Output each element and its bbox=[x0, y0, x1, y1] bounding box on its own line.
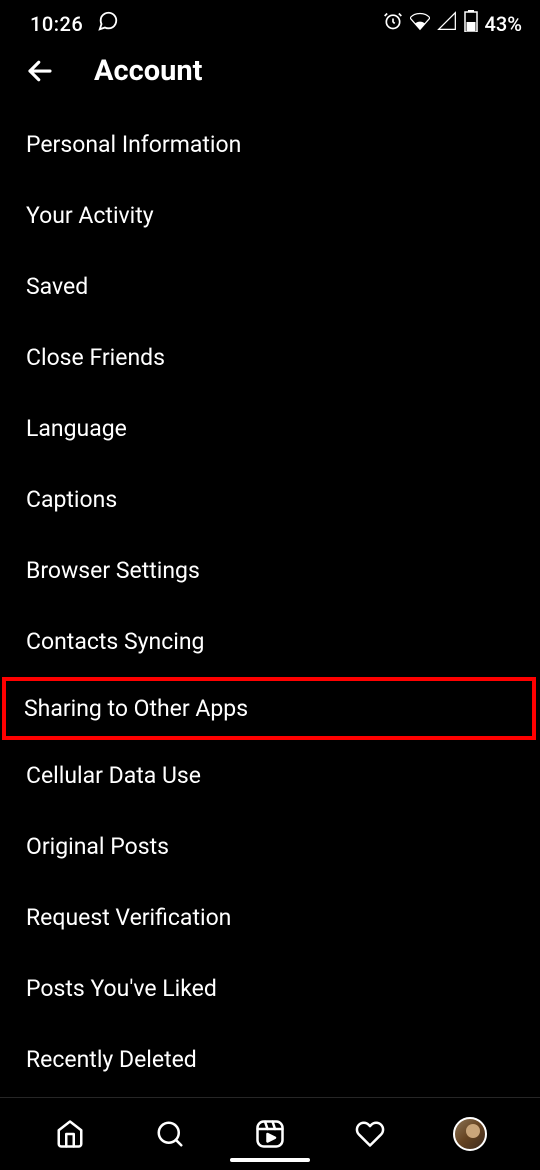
reels-icon bbox=[255, 1119, 285, 1149]
menu-item-language[interactable]: Language bbox=[0, 393, 540, 464]
signal-icon bbox=[437, 11, 457, 36]
menu-item-your-activity[interactable]: Your Activity bbox=[0, 180, 540, 251]
nav-active-indicator bbox=[230, 1158, 310, 1162]
menu-item-recently-deleted[interactable]: Recently Deleted bbox=[0, 1024, 540, 1095]
menu-item-contacts-syncing[interactable]: Contacts Syncing bbox=[0, 606, 540, 677]
battery-pct: 43% bbox=[485, 12, 522, 36]
wifi-icon bbox=[410, 11, 430, 36]
nav-reels[interactable] bbox=[250, 1114, 290, 1154]
page-title: Account bbox=[94, 54, 202, 88]
settings-menu: Personal Information Your Activity Saved… bbox=[0, 109, 540, 1095]
back-arrow-icon bbox=[25, 56, 55, 86]
heart-icon bbox=[355, 1119, 385, 1149]
nav-search[interactable] bbox=[150, 1114, 190, 1154]
avatar bbox=[453, 1117, 487, 1151]
battery-icon bbox=[464, 10, 478, 37]
nav-profile[interactable] bbox=[450, 1114, 490, 1154]
whatsapp-icon bbox=[97, 10, 119, 37]
status-bar: 10:26 bbox=[0, 0, 540, 45]
menu-item-posts-youve-liked[interactable]: Posts You've Liked bbox=[0, 953, 540, 1024]
status-right: 43% bbox=[383, 10, 522, 37]
status-left: 10:26 bbox=[30, 10, 119, 37]
back-button[interactable] bbox=[22, 53, 58, 89]
alarm-icon bbox=[383, 11, 403, 36]
menu-item-request-verification[interactable]: Request Verification bbox=[0, 882, 540, 953]
bottom-nav bbox=[0, 1097, 540, 1154]
menu-item-close-friends[interactable]: Close Friends bbox=[0, 322, 540, 393]
menu-item-cellular-data-use[interactable]: Cellular Data Use bbox=[0, 740, 540, 811]
menu-item-sharing-to-other-apps[interactable]: Sharing to Other Apps bbox=[2, 677, 536, 740]
header: Account bbox=[0, 45, 540, 109]
menu-item-captions[interactable]: Captions bbox=[0, 464, 540, 535]
menu-item-saved[interactable]: Saved bbox=[0, 251, 540, 322]
search-icon bbox=[155, 1119, 185, 1149]
menu-item-browser-settings[interactable]: Browser Settings bbox=[0, 535, 540, 606]
nav-home[interactable] bbox=[50, 1114, 90, 1154]
home-icon bbox=[55, 1119, 85, 1149]
nav-activity[interactable] bbox=[350, 1114, 390, 1154]
menu-item-personal-information[interactable]: Personal Information bbox=[0, 109, 540, 180]
status-time: 10:26 bbox=[30, 12, 83, 36]
menu-item-original-posts[interactable]: Original Posts bbox=[0, 811, 540, 882]
